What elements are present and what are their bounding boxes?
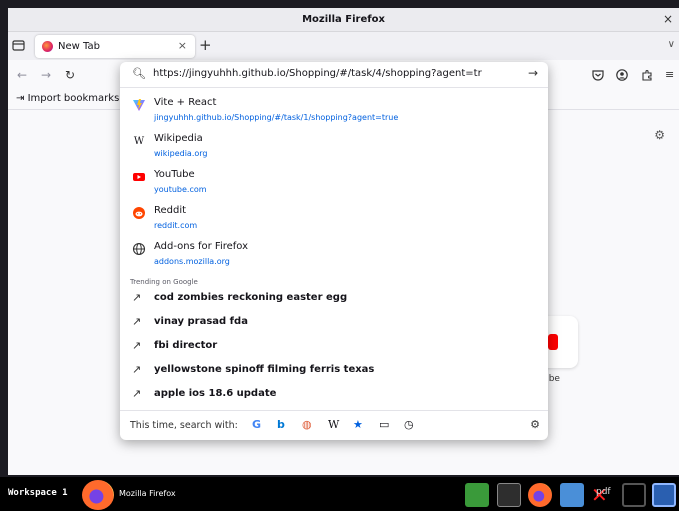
bookmarks-star-icon[interactable]: ★ <box>353 418 363 431</box>
tabs-search-icon[interactable]: ▭ <box>379 418 389 431</box>
search-settings-gear-icon[interactable]: ⚙ <box>530 418 540 431</box>
import-bookmarks-button[interactable]: ⇥ Import bookmarks... <box>16 93 129 104</box>
spreadsheet-icon[interactable] <box>465 483 489 507</box>
suggestion-title: Wikipedia <box>154 133 203 144</box>
search-icon: 🔍︎ <box>132 67 146 80</box>
trending-item[interactable]: ↗ vinay prasad fda <box>120 312 548 334</box>
chevron-down-icon[interactable]: ∨ <box>668 39 675 50</box>
suggestion-url: reddit.com <box>154 221 198 230</box>
trending-text: fbi director <box>154 340 218 351</box>
youtube-icon <box>133 173 145 181</box>
trending-arrow-icon: ↗ <box>132 387 142 400</box>
urlbar-input[interactable]: https://jingyuhhh.github.io/Shopping/#/t… <box>153 68 482 79</box>
search-with-bar: This time, search with: G b ◍ W ★ ▭ ◷ ⚙ <box>120 410 548 440</box>
extensions-icon[interactable] <box>641 69 653 81</box>
image-viewer-icon[interactable] <box>560 483 584 507</box>
calculator-icon[interactable] <box>652 483 676 507</box>
suggestion-row[interactable]: Add-ons for Firefox addons.mozilla.org <box>120 238 548 272</box>
urlbar[interactable]: 🔍︎ https://jingyuhhh.github.io/Shopping/… <box>120 62 548 88</box>
tab-label: New Tab <box>58 41 100 52</box>
duckduckgo-engine-icon[interactable]: ◍ <box>302 418 312 431</box>
editor-icon[interactable] <box>622 483 646 507</box>
pdf-tray-label[interactable]: pdf <box>596 487 616 501</box>
vite-icon <box>133 99 145 111</box>
bing-engine-icon[interactable]: b <box>277 418 285 431</box>
back-icon[interactable]: ← <box>17 68 27 82</box>
youtube-icon <box>548 334 558 350</box>
trending-text: apple ios 18.6 update <box>154 388 277 399</box>
gear-icon[interactable]: ⚙ <box>654 128 665 142</box>
globe-icon <box>132 242 146 256</box>
workspace-label: Workspace 1 <box>8 488 68 498</box>
trending-arrow-icon: ↗ <box>132 339 142 352</box>
tab-list-icon[interactable] <box>12 39 25 52</box>
suggestion-row[interactable]: YouTube youtube.com <box>120 166 548 200</box>
trending-item[interactable]: ↗ cod zombies reckoning easter egg <box>120 288 548 310</box>
trending-text: vinay prasad fda <box>154 316 248 327</box>
suggestion-url: addons.mozilla.org <box>154 257 230 266</box>
history-clock-icon[interactable]: ◷ <box>404 418 414 431</box>
taskbar-app-label[interactable]: Mozilla Firefox <box>119 489 176 498</box>
reload-icon[interactable]: ↻ <box>65 68 75 82</box>
trending-item[interactable]: ↗ apple ios 18.6 update <box>120 384 548 406</box>
suggestion-title: Vite + React <box>154 97 217 108</box>
suggestion-row[interactable]: Reddit reddit.com <box>120 202 548 236</box>
window-title: Mozilla Firefox <box>302 14 385 25</box>
go-arrow-icon[interactable]: → <box>528 66 538 80</box>
firefox-tray-icon[interactable] <box>528 483 552 507</box>
account-icon[interactable] <box>616 69 628 81</box>
trending-text: yellowstone spinoff filming ferris texas <box>154 364 375 375</box>
menu-icon[interactable]: ≡ <box>665 68 674 81</box>
import-bookmarks-label: Import bookmarks... <box>27 93 129 104</box>
tab-strip: New Tab × + ∨ <box>8 32 679 60</box>
trending-item[interactable]: ↗ yellowstone spinoff filming ferris tex… <box>120 360 548 382</box>
trending-header: Trending on Google <box>130 278 198 286</box>
system-taskbar: Workspace 1 Mozilla Firefox ✕ pdf <box>0 477 679 511</box>
suggestion-row[interactable]: W Wikipedia wikipedia.org <box>120 130 548 164</box>
wikipedia-engine-icon[interactable]: W <box>328 418 339 431</box>
suggestion-url: youtube.com <box>154 185 207 194</box>
suggestion-row[interactable]: Vite + React jingyuhhh.github.io/Shoppin… <box>120 94 548 128</box>
suggestion-url: jingyuhhh.github.io/Shopping/#/task/1/sh… <box>154 113 399 122</box>
trending-arrow-icon: ↗ <box>132 291 142 304</box>
urlbar-dropdown: 🔍︎ https://jingyuhhh.github.io/Shopping/… <box>120 62 548 440</box>
forward-icon[interactable]: → <box>41 68 51 82</box>
close-window-icon[interactable]: × <box>663 12 673 26</box>
trending-item[interactable]: ↗ fbi director <box>120 336 548 358</box>
terminal-icon[interactable] <box>497 483 521 507</box>
suggestion-url: wikipedia.org <box>154 149 208 158</box>
close-tab-icon[interactable]: × <box>178 39 187 52</box>
trending-arrow-icon: ↗ <box>132 363 142 376</box>
window-titlebar: Mozilla Firefox × <box>8 8 679 32</box>
pocket-icon[interactable] <box>592 69 604 81</box>
suggestion-title: Reddit <box>154 205 187 216</box>
suggestion-title: Add-ons for Firefox <box>154 241 249 252</box>
search-with-label: This time, search with: <box>130 420 238 431</box>
firefox-taskbar-icon[interactable] <box>82 480 114 510</box>
google-engine-icon[interactable]: G <box>252 418 261 431</box>
tab-new-tab[interactable]: New Tab × <box>35 35 195 58</box>
wikipedia-icon: W <box>133 135 145 147</box>
suggestion-title: YouTube <box>154 169 195 180</box>
firefox-favicon-icon <box>42 41 53 52</box>
trending-text: cod zombies reckoning easter egg <box>154 292 348 303</box>
reddit-icon <box>133 207 145 219</box>
trending-arrow-icon: ↗ <box>132 315 142 328</box>
new-tab-icon[interactable]: + <box>199 36 212 54</box>
